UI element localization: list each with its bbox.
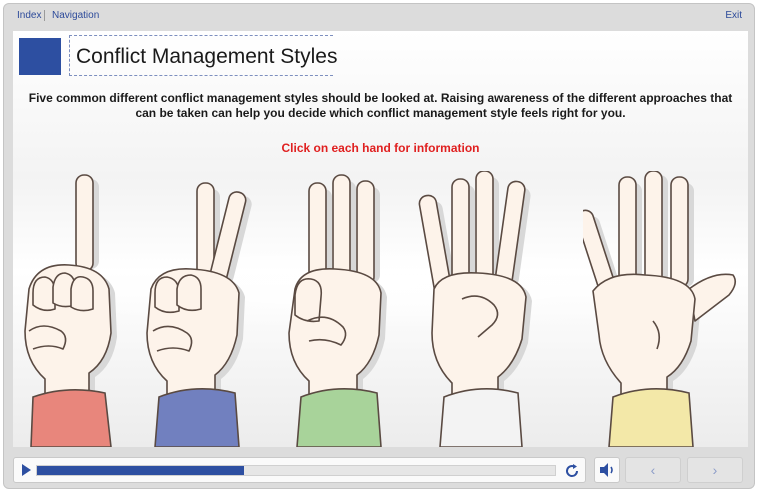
hand-one-finger[interactable]	[19, 171, 119, 447]
intro-text: Five common different conflict managemen…	[28, 91, 733, 120]
hand-sleeve	[154, 388, 240, 447]
hand-sleeve	[296, 388, 382, 447]
title-accent-square	[19, 38, 61, 75]
top-bar: Index Navigation Exit	[4, 4, 754, 28]
play-icon[interactable]	[18, 462, 34, 478]
instruction-text: Click on each hand for information	[281, 141, 480, 155]
chevron-right-icon: ›	[712, 462, 718, 478]
hand-four-fingers[interactable]	[418, 171, 546, 447]
volume-icon	[600, 463, 613, 477]
course-player-frame: Index Navigation Exit Conflict Managemen…	[3, 3, 755, 489]
hand-sleeve	[30, 389, 112, 447]
chevron-left-icon: ‹	[650, 462, 656, 478]
player-controls: ‹ ›	[13, 455, 748, 485]
hand-sleeve	[608, 388, 694, 447]
progress-fill	[37, 466, 245, 475]
nav-divider	[44, 10, 45, 21]
hand-finger	[75, 174, 94, 272]
replay-icon[interactable]	[564, 463, 580, 479]
index-link[interactable]: Index	[17, 10, 41, 21]
title-box: Conflict Management Styles	[69, 35, 337, 76]
hand-skin-5	[583, 171, 737, 404]
hand-skin-2	[146, 182, 247, 404]
progress-bar[interactable]	[36, 465, 556, 476]
next-button[interactable]: ›	[687, 457, 743, 483]
hand-two-fingers[interactable]	[139, 171, 257, 447]
navigation-link[interactable]: Navigation	[52, 10, 99, 21]
previous-button[interactable]: ‹	[625, 457, 681, 483]
hand-three-fingers[interactable]	[281, 171, 399, 447]
page-title: Conflict Management Styles	[76, 45, 338, 68]
exit-link[interactable]: Exit	[725, 10, 742, 21]
volume-button[interactable]	[594, 457, 620, 483]
hand-sleeve	[439, 388, 523, 447]
hand-five-fingers[interactable]	[583, 171, 743, 447]
content-stage: Conflict Management Styles Five common d…	[13, 31, 748, 447]
progress-track	[13, 457, 586, 483]
